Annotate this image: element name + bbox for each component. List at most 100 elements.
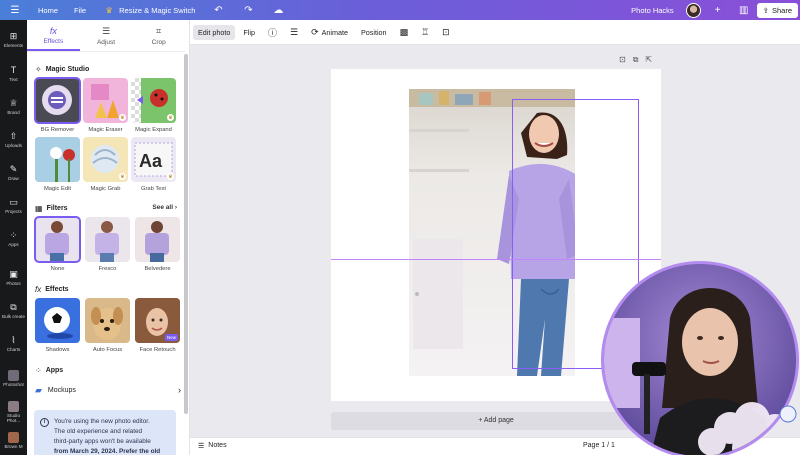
home-button[interactable]: Home	[30, 6, 66, 15]
flip-button[interactable]: Flip	[238, 25, 260, 40]
tile-caption: Belvedere	[144, 266, 171, 272]
tile-filter-fresco[interactable]: Fresco	[85, 217, 130, 272]
rail-label: Text	[9, 77, 18, 82]
rail-item-projects[interactable]: ▭ Projects	[0, 198, 27, 215]
rail-item-photoshot[interactable]: Photoshot	[0, 370, 27, 388]
tile-caption: Face Retouch	[139, 347, 176, 353]
mockups-app-row[interactable]: ▰ Mockups ›	[35, 382, 181, 398]
rail-label: Photoshot	[3, 382, 24, 387]
border-style-button[interactable]: ☰	[285, 24, 303, 41]
add-page-icon[interactable]: ⇱	[645, 55, 652, 65]
filters-heading: ▦ Filters	[35, 204, 68, 213]
resize-button[interactable]: ♛ Resize & Magic Switch	[94, 3, 203, 17]
photos-icon: ▣	[9, 269, 18, 279]
rail-item-studio-photo[interactable]: Studio Phot...	[0, 401, 27, 423]
menu-button[interactable]: ☰	[0, 3, 30, 17]
mockups-label: Mockups	[47, 386, 76, 394]
rail-item-draw[interactable]: ✎ Draw	[0, 165, 27, 182]
bar-chart-icon: ▥	[738, 4, 749, 16]
notes-icon: ☰	[198, 443, 205, 450]
animate-button[interactable]: ⟳ Animate	[306, 24, 353, 41]
position-button[interactable]: Position	[356, 25, 392, 40]
duplicate-page-icon[interactable]: ⧉	[633, 55, 639, 65]
doc-title[interactable]: Photo Hacks	[623, 6, 682, 15]
studio-photo-icon	[8, 401, 19, 412]
tile-caption: Auto Focus	[92, 347, 123, 353]
rail-item-bulk-create[interactable]: ⧉ Bulk create	[0, 303, 27, 320]
rail-label: Draw	[8, 176, 19, 181]
avatar[interactable]	[685, 2, 701, 18]
tile-magic-grab[interactable]: ♛ Magic Grab	[83, 137, 128, 192]
rail-label: Elements	[3, 43, 24, 48]
section-title: Filters	[46, 205, 68, 212]
tile-caption: BG Remover	[40, 127, 75, 133]
new-badge: New	[164, 334, 178, 341]
panel-scrollbar[interactable]	[184, 54, 188, 414]
tile-magic-eraser[interactable]: ♛ Magic Eraser	[83, 78, 128, 133]
animate-label: Animate	[321, 27, 348, 37]
tab-crop[interactable]: ⌗ Crop	[132, 20, 185, 51]
tab-adjust[interactable]: ☰ Adjust	[80, 20, 133, 51]
elements-icon: ⊞	[9, 31, 18, 41]
info-button[interactable]: ⓘ	[263, 23, 282, 42]
tile-magic-edit[interactable]: Magic Edit	[35, 137, 80, 192]
share-label: Share	[771, 5, 792, 15]
tile-effect-shadows[interactable]: Shadows	[35, 298, 80, 353]
rail-item-brand[interactable]: ♕ Brand	[0, 99, 27, 116]
rail-item-elements[interactable]: ⊞ Elements	[0, 32, 27, 49]
adjust-icon: ☰	[101, 26, 111, 36]
rail-item-apps[interactable]: ⁘ Apps	[0, 231, 27, 248]
tile-caption: Magic Expand	[135, 127, 172, 133]
rail-item-text[interactable]: T Text	[0, 66, 27, 83]
transparency-button[interactable]: ▩	[395, 24, 414, 41]
see-all-label: See all	[152, 204, 174, 211]
magic-studio-heading: ✧ Magic Studio	[35, 65, 89, 74]
tile-magic-expand[interactable]: ♛ Magic Expand	[131, 78, 176, 133]
apps-icon: ⁘	[9, 230, 18, 240]
file-menu[interactable]: File	[66, 6, 94, 15]
rail-item-photos[interactable]: ▣ Photos	[0, 270, 27, 287]
tab-effects[interactable]: fx Effects	[27, 20, 80, 51]
tile-filter-none[interactable]: None	[34, 216, 81, 272]
undo-button[interactable]: ↶	[203, 3, 233, 17]
cloud-save-button[interactable]: ☁	[263, 3, 293, 17]
redo-button[interactable]: ↷	[233, 3, 263, 17]
tile-bg-remover[interactable]: BG Remover	[34, 77, 81, 133]
rail-label: Projects	[5, 209, 22, 214]
lock-page-icon[interactable]: ⊡	[619, 55, 626, 65]
add-collaborator-button[interactable]: +	[705, 3, 731, 17]
tile-filter-belvedere[interactable]: Belvedere	[135, 217, 180, 272]
share-button[interactable]: ⇪ Share	[756, 2, 798, 18]
rail-item-brown-m[interactable]: Brown M	[0, 432, 27, 450]
filter-belvedere-thumb	[135, 217, 180, 262]
tile-effect-auto-focus[interactable]: Auto Focus	[85, 298, 130, 353]
rail-item-charts[interactable]: ⌇ Charts	[0, 336, 27, 353]
rail-item-uploads[interactable]: ⇧ Uploads	[0, 132, 27, 149]
edit-photo-button[interactable]: Edit photo	[193, 24, 236, 40]
tile-grab-text[interactable]: Aa ♛ Grab Text	[131, 137, 176, 192]
paint-format-button[interactable]: ♖	[416, 24, 434, 41]
top-bar: ☰ Home File ♛ Resize & Magic Switch ↶ ↷ …	[0, 0, 800, 20]
animate-icon: ⟳	[311, 26, 319, 37]
rail-label: Bulk create	[2, 314, 25, 319]
uploads-icon: ⇧	[9, 131, 18, 141]
brand-icon: ♕	[9, 98, 18, 108]
notes-button[interactable]: ☰ Notes	[198, 442, 227, 450]
info-icon: i	[40, 418, 49, 427]
rail-label: Charts	[6, 347, 21, 352]
crown-icon: ♛	[167, 173, 174, 180]
rail-label: Brown M	[4, 444, 23, 449]
see-all-filters-link[interactable]: See all ›	[152, 204, 177, 211]
section-title: Magic Studio	[45, 66, 90, 73]
tile-effect-face-retouch[interactable]: New Face Retouch	[135, 298, 180, 353]
magic-expand-thumb: ♛	[131, 78, 176, 123]
magic-edit-art	[35, 137, 80, 182]
rail-label: Brand	[7, 110, 20, 115]
notice-line: from March 29, 2024. Prefer the old	[54, 448, 161, 455]
lock-button[interactable]: ⊡	[437, 24, 455, 41]
insights-button[interactable]: ▥	[731, 3, 757, 17]
presenter-webcam	[601, 261, 799, 455]
magic-grab-thumb: ♛	[83, 137, 128, 182]
notice-line: third-party apps won't be available	[54, 438, 151, 445]
notes-label: Notes	[208, 442, 227, 449]
